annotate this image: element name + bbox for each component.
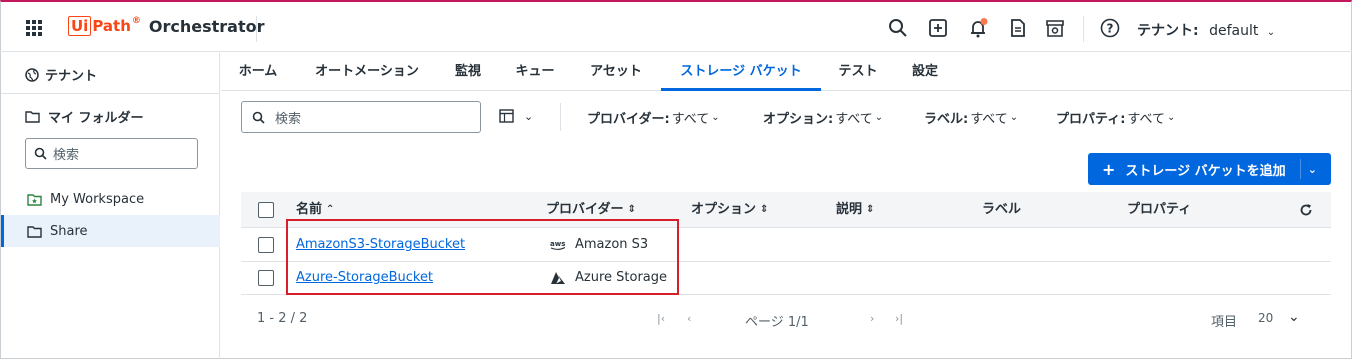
filter-labels[interactable]: ラベル: すべて ⌄ [924, 108, 1018, 127]
tab-settings[interactable]: 設定 [911, 53, 939, 91]
filter-label: プロバイダー: [587, 112, 670, 127]
last-page-icon[interactable]: ›| [895, 312, 903, 325]
sidebar-item-my-workspace[interactable]: My Workspace [1, 183, 220, 215]
filter-divider [560, 103, 561, 131]
folder-search-placeholder: 検索 [53, 148, 80, 163]
chevron-down-icon: ⌄ [711, 112, 720, 123]
document-icon[interactable] [1008, 18, 1028, 38]
logo-path: Path [92, 17, 131, 35]
filter-value: すべて [970, 112, 1008, 127]
column-label: 説明 [836, 202, 863, 217]
column-label: プロパティ [1127, 202, 1192, 217]
filter-label: プロパティ: [1056, 112, 1126, 127]
product-name: Orchestrator [148, 16, 265, 36]
sort-icon: ⇕ [866, 204, 875, 215]
chevron-down-icon[interactable]: ⌄ [1308, 163, 1317, 176]
filter-label: ラベル: [924, 112, 969, 127]
folder-icon [25, 111, 40, 123]
my-folders-label: マイ フォルダー [48, 111, 144, 126]
chevron-down-icon: ⌄ [524, 109, 534, 123]
logo-ui: Ui [68, 16, 92, 36]
column-label: オプション [691, 202, 757, 217]
folder-search-input[interactable]: 検索 [25, 138, 198, 169]
add-box-icon[interactable] [928, 18, 948, 38]
tab-testing[interactable]: テスト [837, 53, 879, 91]
chevron-down-icon: ⌄ [1167, 112, 1176, 123]
column-label: ラベル [982, 202, 1022, 217]
chevron-down-icon[interactable]: ⌄ [1288, 309, 1300, 325]
add-storage-bucket-button[interactable]: + ストレージ バケットを追加 ⌄ [1088, 153, 1331, 185]
help-icon[interactable]: ? [1100, 18, 1120, 38]
chevron-down-icon: ⌄ [1009, 112, 1019, 123]
tab-storage-buckets[interactable]: ストレージ バケット [661, 53, 821, 91]
sidebar-item-label: My Workspace [50, 191, 145, 207]
uipath-logo[interactable]: Ui Path ® Orchestrator [68, 16, 265, 36]
column-picker-button[interactable]: ⌄ [499, 109, 533, 123]
chevron-down-icon: ⌄ [874, 112, 884, 123]
page-indicator: ページ 1/1 [745, 315, 809, 330]
tab-monitoring[interactable]: 監視 [454, 53, 482, 91]
first-page-icon[interactable]: |‹ [657, 312, 665, 325]
filter-value: すべて [1127, 112, 1165, 127]
workspace-folder-icon [27, 193, 42, 206]
column-description-header[interactable]: 説明 ⇕ [836, 192, 874, 228]
search-icon [252, 111, 265, 124]
highlight-annotation-box [286, 219, 679, 295]
header-divider [256, 16, 257, 42]
filter-label: オプション: [763, 112, 834, 127]
row-checkbox[interactable] [258, 270, 274, 286]
header-divider-right [1083, 16, 1084, 42]
search-placeholder: 検索 [275, 111, 302, 127]
chevron-down-icon: ⌄ [1266, 27, 1276, 38]
store-icon[interactable] [1045, 18, 1065, 38]
sidebar-item-share[interactable]: Share [1, 215, 220, 247]
table-columns-icon [499, 109, 514, 123]
plus-icon: + [1102, 159, 1116, 179]
apps-grid-icon[interactable] [26, 20, 42, 36]
search-input[interactable]: 検索 [241, 101, 481, 133]
tenant-label: テナント: [1137, 23, 1199, 39]
search-icon [34, 147, 47, 160]
page-size-value[interactable]: 20 [1258, 311, 1273, 325]
my-folders-header: マイ フォルダー [25, 107, 144, 126]
search-icon[interactable] [888, 18, 908, 38]
prev-page-icon[interactable]: ‹ [687, 312, 691, 325]
filter-options[interactable]: オプション: すべて ⌄ [763, 108, 883, 127]
column-options-header[interactable]: オプション ⇕ [691, 192, 768, 228]
tenant-selector[interactable]: テナント: default ⌄ [1137, 20, 1275, 40]
next-page-icon[interactable]: › [870, 312, 874, 325]
folder-icon [27, 225, 42, 238]
filter-value: すべて [835, 112, 873, 127]
globe-icon [25, 67, 39, 82]
folder-pane: テナント マイ フォルダー 検索 My Workspace Share [1, 53, 220, 359]
main-tabs: ホーム オートメーション 監視 キュー アセット ストレージ バケット テスト … [221, 53, 1351, 91]
pane-divider [1, 93, 220, 94]
logo-tm: ® [131, 16, 141, 26]
tab-queues[interactable]: キュー [514, 53, 556, 91]
bell-icon[interactable] [968, 18, 988, 38]
select-all-checkbox[interactable] [258, 202, 274, 218]
column-labels-header: ラベル [982, 192, 1021, 228]
tenant-node-label: テナント [45, 69, 98, 84]
filter-properties[interactable]: プロパティ: すべて ⌄ [1056, 108, 1175, 127]
pagination-range: 1 - 2 / 2 [257, 311, 308, 326]
top-header: Ui Path ® Orchestrator ? テナント: default ⌄ [0, 2, 1352, 52]
filter-value: すべて [671, 112, 710, 127]
tab-automation[interactable]: オートメーション [311, 53, 423, 91]
items-per-page-label: 項目 [1211, 315, 1238, 330]
add-button-label: ストレージ バケットを追加 [1125, 163, 1286, 179]
tenant-node[interactable]: テナント [25, 65, 97, 84]
row-checkbox[interactable] [258, 237, 274, 253]
tab-assets[interactable]: アセット [588, 53, 644, 91]
svg-text:?: ? [1107, 22, 1114, 36]
button-divider [1300, 159, 1302, 179]
tenant-value: default [1209, 23, 1259, 39]
column-properties-header: プロパティ [1127, 192, 1191, 228]
filter-provider[interactable]: プロバイダー: すべて ⌄ [587, 108, 720, 127]
sort-icon: ⇕ [760, 204, 769, 215]
sidebar-item-label: Share [50, 223, 88, 239]
tab-home[interactable]: ホーム [237, 53, 279, 91]
refresh-icon[interactable] [1299, 203, 1313, 217]
